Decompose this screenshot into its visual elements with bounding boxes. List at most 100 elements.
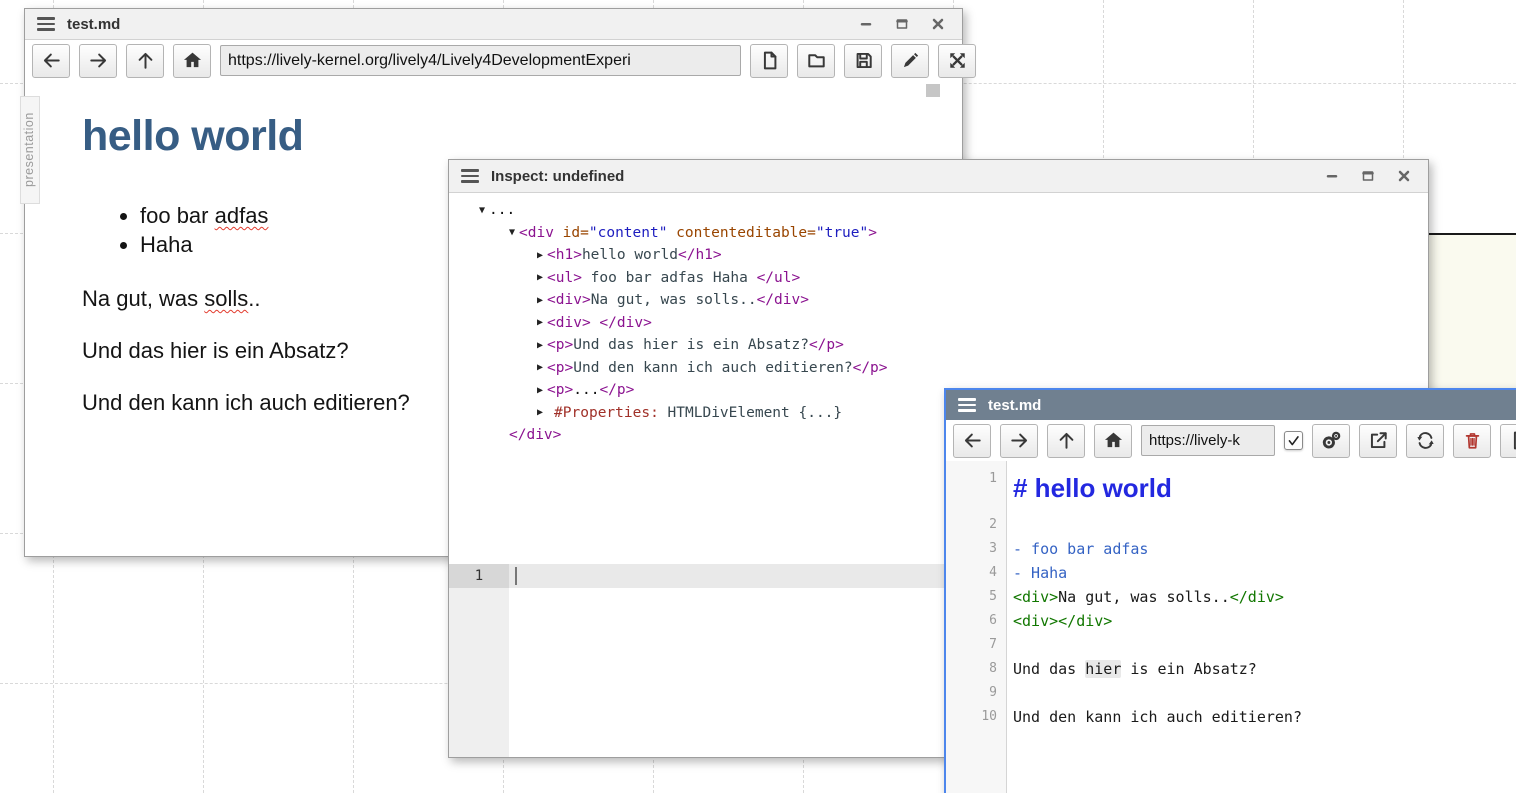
window-title: Inspect: undefined — [491, 168, 624, 185]
dom-tree-row[interactable]: ▶<p>Und den kann ich auch editieren?</p> — [479, 357, 1428, 380]
close-button[interactable] — [930, 16, 946, 32]
settings-button[interactable] — [1312, 424, 1350, 458]
editor-gutter — [449, 564, 509, 757]
disclosure-triangle[interactable]: ▶ — [537, 385, 547, 396]
back-icon — [41, 50, 62, 71]
editor-line[interactable]: 5<div>Na gut, was solls..</div> — [946, 585, 1516, 609]
home-button[interactable] — [173, 44, 211, 78]
home-icon — [182, 50, 203, 71]
back-button[interactable] — [32, 44, 70, 78]
delete-button[interactable] — [1453, 424, 1491, 458]
home-button[interactable] — [1094, 424, 1132, 458]
url-input[interactable] — [1141, 425, 1275, 456]
disclosure-triangle[interactable]: ▶ — [537, 340, 547, 351]
up-button[interactable] — [1047, 424, 1085, 458]
open-external-icon — [1368, 430, 1389, 451]
folder-button[interactable] — [797, 44, 835, 78]
new-file-icon — [759, 50, 780, 71]
editor-lines: 1# hello world23- foo bar adfas4- Haha5<… — [946, 461, 1516, 729]
settings-icon — [1321, 430, 1342, 451]
move-button[interactable] — [938, 44, 976, 78]
save-icon — [853, 50, 874, 71]
window-controls — [858, 16, 950, 32]
close-button[interactable] — [1396, 168, 1412, 184]
back-button[interactable] — [953, 424, 991, 458]
line-number: 3 — [946, 537, 1006, 561]
delete-icon — [1462, 430, 1483, 451]
line-number: 5 — [946, 585, 1006, 609]
move-icon — [947, 50, 968, 71]
new-file-button[interactable] — [750, 44, 788, 78]
doc-heading: hello world — [82, 111, 962, 161]
line-number: 8 — [946, 657, 1006, 681]
line-number: 1 — [946, 463, 1006, 513]
browser-toolbar — [946, 420, 1516, 462]
home-icon — [1103, 430, 1124, 451]
editor-line[interactable]: 4- Haha — [946, 561, 1516, 585]
new-file-button[interactable] — [1500, 424, 1516, 458]
refresh-icon — [1415, 430, 1436, 451]
line-number: 1 — [449, 564, 509, 588]
scrollbar-thumb[interactable] — [926, 84, 940, 97]
maximize-button[interactable] — [1360, 168, 1376, 184]
disclosure-triangle[interactable]: ▶ — [537, 295, 547, 306]
maximize-button[interactable] — [894, 16, 910, 32]
new-file-icon — [1509, 430, 1516, 451]
misspelled-word: solls — [204, 286, 248, 311]
dom-tree-row[interactable]: ▼<div id="content" contenteditable="true… — [479, 222, 1428, 245]
disclosure-triangle[interactable]: ▶ — [537, 362, 547, 373]
editor-line[interactable]: 6<div></div> — [946, 609, 1516, 633]
titlebar[interactable]: test.md — [946, 390, 1516, 420]
dom-tree-row[interactable]: ▶<h1>hello world</h1> — [479, 244, 1428, 267]
edit-button[interactable] — [891, 44, 929, 78]
menu-icon[interactable] — [958, 398, 976, 412]
edit-icon — [900, 50, 921, 71]
editor-line[interactable]: 10Und den kann ich auch editieren? — [946, 705, 1516, 729]
disclosure-triangle[interactable]: ▶ — [537, 272, 547, 283]
minimize-button[interactable] — [858, 16, 874, 32]
browser-toolbar — [25, 40, 962, 82]
open-external-button[interactable] — [1359, 424, 1397, 458]
line-number: 7 — [946, 633, 1006, 657]
editor-line[interactable]: 9 — [946, 681, 1516, 705]
up-icon — [135, 50, 156, 71]
disclosure-triangle[interactable]: ▼ — [479, 205, 489, 216]
save-button[interactable] — [844, 44, 882, 78]
code-editor[interactable]: 1# hello world23- foo bar adfas4- Haha5<… — [946, 461, 1516, 793]
up-button[interactable] — [126, 44, 164, 78]
up-icon — [1056, 430, 1077, 451]
dom-tree-row[interactable]: ▶<ul> foo bar adfas Haha </ul> — [479, 267, 1428, 290]
titlebar[interactable]: Inspect: undefined — [449, 160, 1428, 193]
forward-button[interactable] — [1000, 424, 1038, 458]
auto-update-checkbox[interactable] — [1284, 431, 1303, 450]
line-number: 4 — [946, 561, 1006, 585]
misspelled-word: adfas — [215, 203, 269, 228]
disclosure-triangle[interactable]: ▼ — [509, 227, 519, 238]
dom-tree-row[interactable]: ▶<p>Und das hier is ein Absatz?</p> — [479, 334, 1428, 357]
disclosure-triangle[interactable]: ▶ — [537, 250, 547, 261]
forward-button[interactable] — [79, 44, 117, 78]
editor-line[interactable]: 3- foo bar adfas — [946, 537, 1516, 561]
editor-line[interactable]: 1# hello world — [946, 463, 1516, 513]
editor-line[interactable]: 2 — [946, 513, 1516, 537]
window-controls — [1324, 168, 1416, 184]
url-input[interactable] — [220, 45, 741, 76]
minimize-button[interactable] — [1324, 168, 1340, 184]
dom-tree-row[interactable]: ▶<div> </div> — [479, 312, 1428, 335]
disclosure-triangle[interactable]: ▶ — [537, 317, 547, 328]
disclosure-triangle[interactable]: ▶ — [537, 407, 554, 418]
titlebar[interactable]: test.md — [25, 9, 962, 40]
window-title: test.md — [988, 397, 1041, 414]
text-cursor — [515, 567, 517, 585]
window-title: test.md — [67, 16, 120, 33]
menu-icon[interactable] — [37, 17, 55, 31]
editor-line[interactable]: 8Und das hier is ein Absatz? — [946, 657, 1516, 681]
dom-tree-row[interactable]: ▼... — [479, 199, 1428, 222]
presentation-tab[interactable]: presentation — [20, 96, 40, 204]
menu-icon[interactable] — [461, 169, 479, 183]
refresh-button[interactable] — [1406, 424, 1444, 458]
editor-line[interactable]: 7 — [946, 633, 1516, 657]
line-number: 9 — [946, 681, 1006, 705]
line-number: 10 — [946, 705, 1006, 729]
dom-tree-row[interactable]: ▶<div>Na gut, was solls..</div> — [479, 289, 1428, 312]
